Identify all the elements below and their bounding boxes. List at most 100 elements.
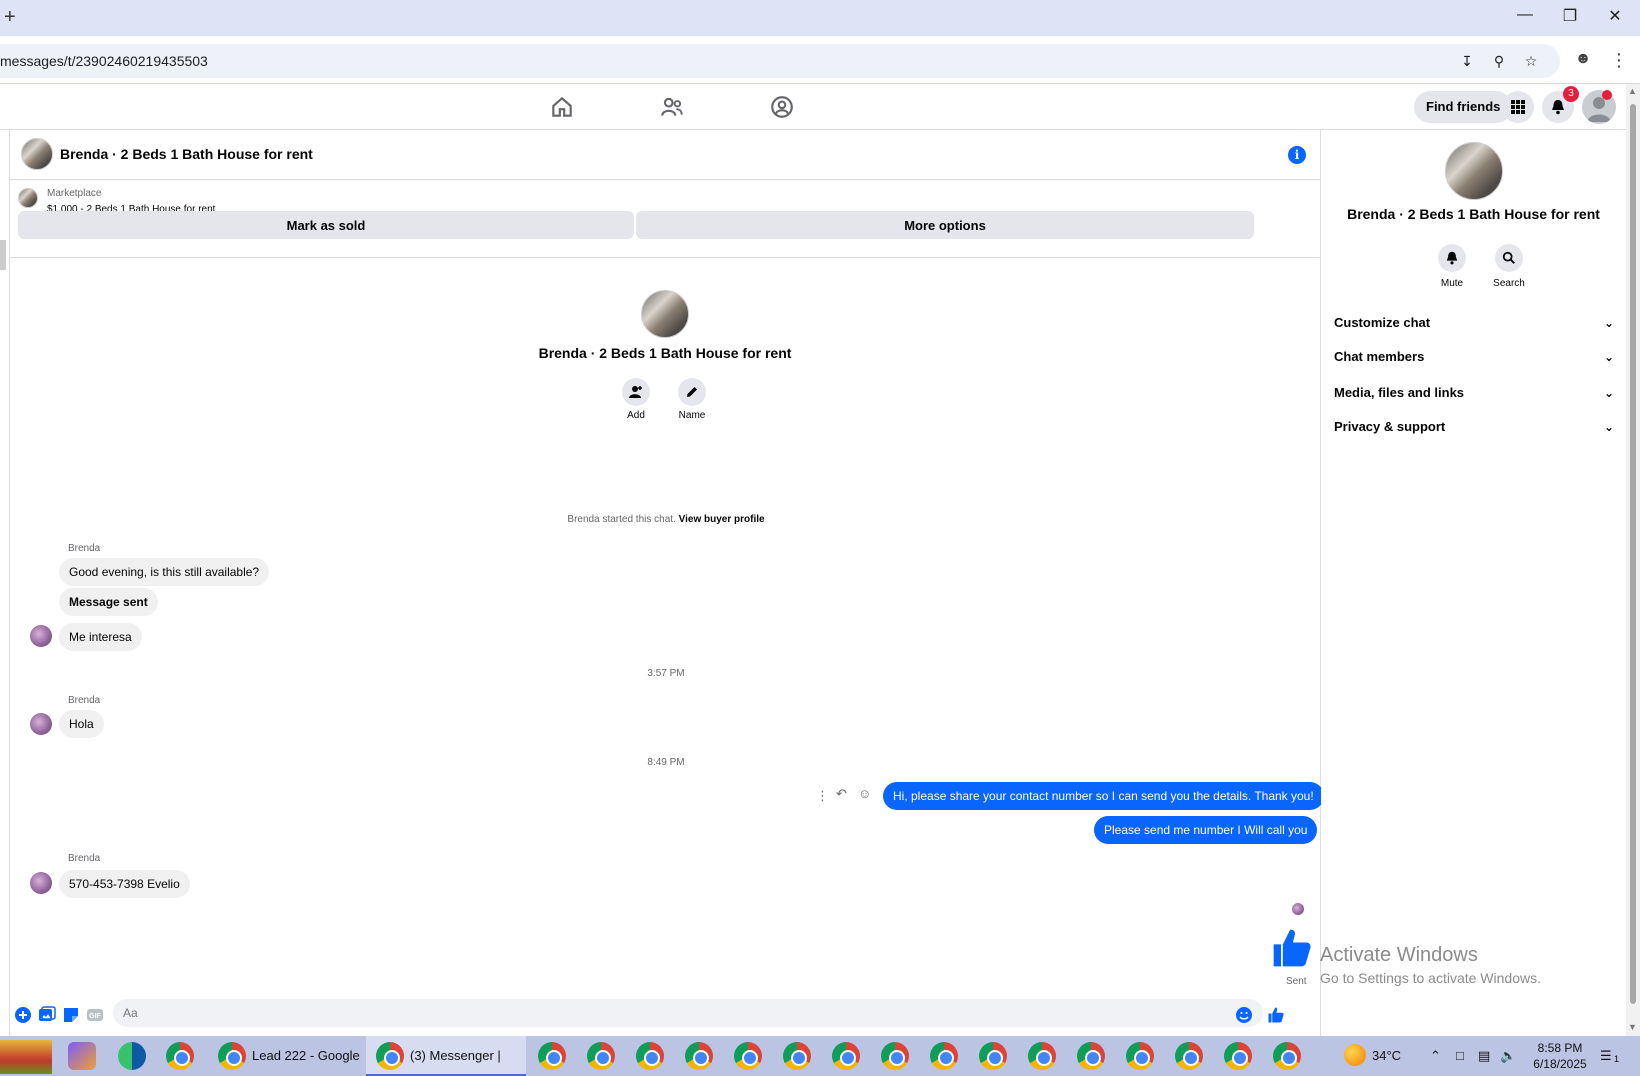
scroll-up-arrow-icon[interactable]: ▲ (1628, 86, 1637, 96)
home-icon[interactable] (549, 94, 575, 120)
friends-icon[interactable] (659, 94, 685, 120)
sender-avatar[interactable] (30, 625, 52, 647)
chrome-icon[interactable] (685, 1042, 713, 1070)
left-collapse-handle[interactable] (0, 240, 6, 270)
copilot-icon[interactable] (68, 1042, 96, 1070)
privacy-support-row[interactable]: Privacy & support ⌄ (1334, 412, 1614, 442)
info-avatar[interactable] (1445, 142, 1503, 200)
incoming-message[interactable]: 570-453-7398 Evelio (59, 870, 190, 898)
more-options-button[interactable]: More options (636, 211, 1254, 239)
scroll-down-arrow-icon[interactable]: ▼ (1628, 1022, 1637, 1032)
sender-avatar[interactable] (30, 713, 52, 735)
weather-temp[interactable]: 34°C (1372, 1036, 1401, 1076)
taskbar-task-lead[interactable]: Lead 222 - Google ... (208, 1036, 360, 1076)
chrome-icon[interactable] (783, 1042, 811, 1070)
sent-status: Sent (1286, 976, 1307, 987)
scrollbar-thumb[interactable] (1630, 104, 1636, 1004)
chrome-icon[interactable] (1273, 1042, 1301, 1070)
chrome-icon[interactable] (538, 1042, 566, 1070)
weather-icon[interactable] (1344, 1044, 1366, 1066)
chrome-icon[interactable] (979, 1042, 1007, 1070)
message-input[interactable] (113, 999, 1263, 1027)
volume-icon[interactable]: 🔈 (1500, 1036, 1516, 1076)
outgoing-message[interactable]: Hi, please share your contact number so … (883, 782, 1324, 810)
incoming-message[interactable]: Me interesa (59, 623, 142, 651)
chrome-icon[interactable] (1224, 1042, 1252, 1070)
taskbar-task-messenger[interactable]: (3) Messenger | Fac... (366, 1036, 526, 1076)
gif-icon[interactable]: GIF (86, 1006, 104, 1024)
react-icon[interactable]: ☺ (858, 786, 871, 801)
chrome-icon[interactable] (930, 1042, 958, 1070)
notification-center-icon[interactable]: ☰ (1600, 1036, 1612, 1076)
chrome-icon[interactable] (636, 1042, 664, 1070)
tray-device-icon[interactable]: □ (1456, 1036, 1464, 1076)
chrome-icon[interactable] (1028, 1042, 1056, 1070)
chrome-icon[interactable] (734, 1042, 762, 1070)
chrome-icon (218, 1042, 246, 1070)
tray-chevron-icon[interactable]: ⌃ (1430, 1036, 1441, 1076)
chrome-icon[interactable] (587, 1042, 615, 1070)
chrome-icon[interactable] (166, 1042, 194, 1070)
sender-name: Brenda (68, 543, 101, 554)
seen-avatar (1292, 903, 1304, 915)
profile-icon[interactable]: ☻ (1572, 50, 1594, 72)
listing-thumbnail[interactable] (18, 188, 38, 208)
bookmark-star-icon[interactable]: ☆ (1520, 53, 1542, 75)
chat-avatar[interactable] (21, 138, 53, 170)
photo-icon[interactable] (38, 1006, 56, 1024)
reply-icon[interactable]: ↶ (836, 786, 847, 802)
chevron-down-icon: ⌄ (1603, 350, 1614, 364)
incoming-message[interactable]: Good evening, is this still available? (59, 558, 270, 586)
minimize-icon[interactable]: — (1510, 6, 1540, 24)
incoming-message[interactable]: Message sent (59, 588, 158, 616)
groups-icon[interactable] (769, 94, 795, 120)
url-text[interactable]: messages/t/23902460219435503 (0, 53, 208, 69)
restore-icon[interactable]: ❐ (1555, 6, 1585, 26)
sticker-icon[interactable] (62, 1006, 80, 1024)
activate-windows-watermark: Activate Windows (1320, 944, 1478, 966)
close-icon[interactable]: ✕ (1600, 6, 1630, 26)
add-label: Add (627, 410, 645, 421)
mark-as-sold-button[interactable]: Mark as sold (18, 211, 634, 239)
chrome-icon (376, 1042, 404, 1070)
taskbar-clock[interactable]: 8:58 PM 6/18/2025 (1530, 1040, 1590, 1072)
chrome-icon[interactable] (832, 1042, 860, 1070)
network-icon[interactable]: ▤ (1478, 1036, 1490, 1076)
more-actions-icon[interactable]: ⋮ (816, 788, 829, 804)
chrome-icon[interactable] (881, 1042, 909, 1070)
sender-avatar[interactable] (30, 872, 52, 894)
new-tab-button[interactable]: + (4, 6, 16, 29)
facebook-header: Find friends 3 (0, 84, 1640, 130)
message-composer: GIF (9, 996, 1321, 1036)
chrome-icon[interactable] (1175, 1042, 1203, 1070)
view-buyer-profile-link[interactable]: View buyer profile (679, 514, 765, 525)
chat-members-row[interactable]: Chat members ⌄ (1334, 342, 1614, 372)
edge-icon[interactable] (118, 1042, 146, 1070)
search-icon[interactable] (1495, 244, 1523, 272)
add-person-icon[interactable] (622, 378, 650, 406)
start-widget-icon[interactable] (0, 1040, 52, 1074)
find-friends-button[interactable]: Find friends (1414, 91, 1513, 123)
plus-circle-icon[interactable] (14, 1006, 32, 1024)
chat-title[interactable]: Brenda · 2 Beds 1 Bath House for rent (60, 146, 313, 162)
media-files-row[interactable]: Media, files and links ⌄ (1334, 378, 1614, 408)
timestamp-separator: 8:49 PM (647, 757, 685, 768)
edit-name-icon[interactable] (678, 378, 706, 406)
customize-chat-row[interactable]: Customize chat ⌄ (1334, 308, 1614, 338)
send-like-icon[interactable] (1267, 1006, 1285, 1024)
info-icon[interactable]: i (1288, 146, 1306, 164)
chrome-icon[interactable] (1077, 1042, 1105, 1070)
page-scrollbar[interactable]: ▲ ▼ (1626, 84, 1640, 1036)
browser-menu-icon[interactable]: ⋮ (1610, 50, 1628, 71)
chrome-icon[interactable] (1126, 1042, 1154, 1070)
address-bar[interactable]: messages/t/23902460219435503 ↧ ⚲ ☆ (0, 44, 1560, 78)
emoji-icon[interactable] (1235, 1006, 1253, 1024)
mute-bell-icon[interactable] (1438, 244, 1466, 272)
system-note-text: Brenda started this chat. (567, 514, 676, 525)
chat-info-panel: Brenda · 2 Beds 1 Bath House for rent Mu… (1321, 130, 1626, 1036)
menu-grid-icon[interactable] (1502, 91, 1534, 123)
outgoing-message[interactable]: Please send me number I Will call you (1094, 816, 1318, 844)
zoom-icon[interactable]: ⚲ (1488, 53, 1510, 75)
incoming-message[interactable]: Hola (59, 710, 104, 738)
install-app-icon[interactable]: ↧ (1456, 53, 1478, 75)
